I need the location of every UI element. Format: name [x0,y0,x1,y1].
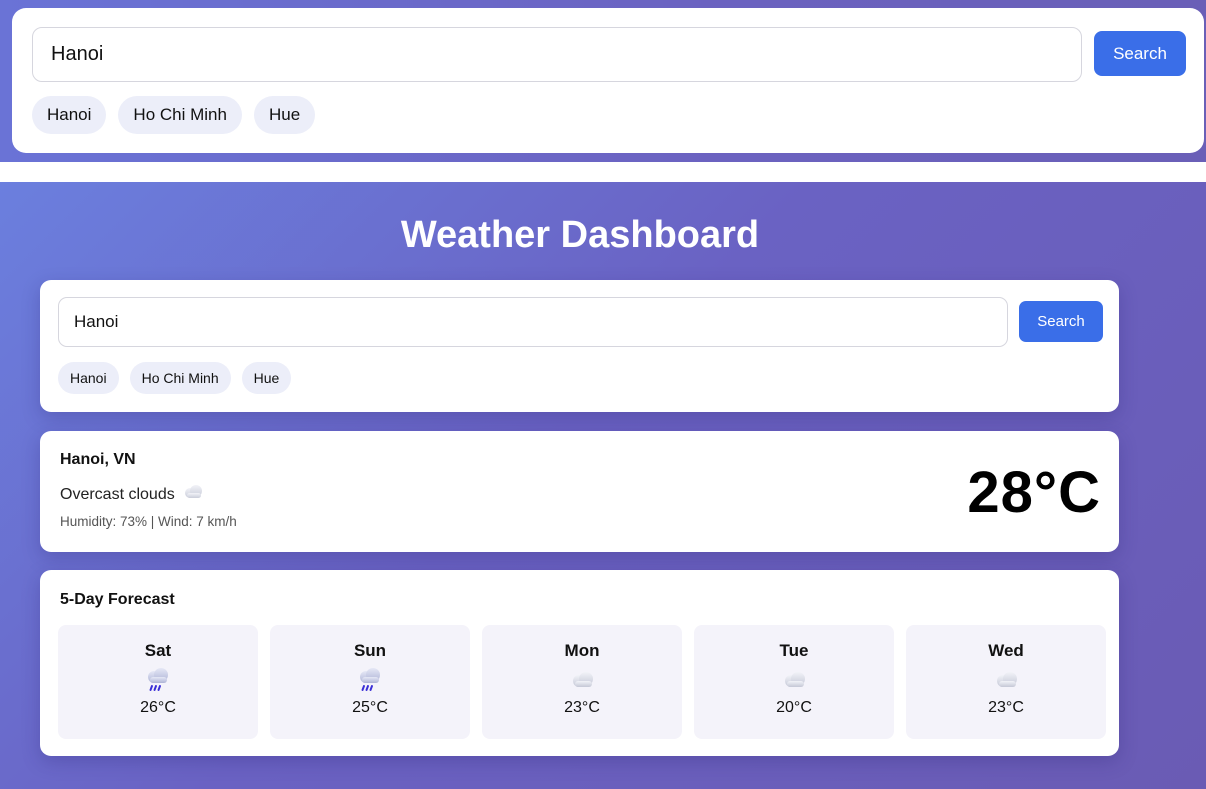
forecast-day: Wed 23°C [906,625,1106,739]
forecast-day: Tue 20°C [694,625,894,739]
forecast-day-name: Wed [988,641,1024,660]
location-name: Hanoi, VN [60,451,136,468]
zoomed-search-input[interactable] [32,27,1082,82]
zoomed-search-section: Search Hanoi Ho Chi Minh Hue [0,0,1206,162]
rain-icon [355,667,385,693]
zoomed-search-card: Search Hanoi Ho Chi Minh Hue [12,8,1204,153]
cloud-icon [181,484,205,505]
cloud-icon [779,667,809,693]
forecast-title: 5-Day Forecast [60,591,175,608]
description-text: Overcast clouds [60,485,175,503]
forecast-day-temp: 26°C [140,699,176,716]
forecast-day: Sat 26°C [58,625,258,739]
chip-hue[interactable]: Hue [241,362,292,394]
weather-dashboard: Weather Dashboard Search Hanoi Ho Chi Mi… [0,182,1206,789]
current-weather-card: Hanoi, VN Overcast clouds Humidity: 73% … [40,431,1119,552]
cloud-icon [567,667,597,693]
zoomed-chip-ho-chi-minh[interactable]: Ho Chi Minh [118,96,242,134]
weather-details: Humidity: 73% | Wind: 7 km/h [60,514,237,529]
chip-ho-chi-minh[interactable]: Ho Chi Minh [129,362,231,394]
city-chips: Hanoi Ho Chi Minh Hue [58,362,292,394]
zoomed-chip-hanoi[interactable]: Hanoi [32,96,107,134]
rain-icon [143,667,173,693]
forecast-day: Mon 23°C [482,625,682,739]
current-temperature: 28°C [967,460,1101,525]
search-input[interactable] [58,297,1008,347]
forecast-day-temp: 23°C [988,699,1024,716]
search-card: Search Hanoi Ho Chi Minh Hue [40,280,1119,412]
search-button[interactable]: Search [1019,301,1103,342]
chip-hanoi[interactable]: Hanoi [58,362,119,394]
forecast-day-name: Sat [144,641,172,660]
forecast-day-temp: 20°C [776,699,812,716]
forecast-day-name: Tue [779,641,809,660]
zoomed-city-chips: Hanoi Ho Chi Minh Hue [32,96,316,134]
forecast-day: Sun 25°C [270,625,470,739]
forecast-card: 5-Day Forecast Sat 26°C Sun 25°C Mon 23°… [40,570,1119,756]
weather-description: Overcast clouds [60,484,205,505]
page-title: Weather Dashboard [400,214,760,256]
forecast-day-temp: 25°C [352,699,388,716]
forecast-day-name: Mon [564,641,600,660]
forecast-day-name: Sun [353,641,387,660]
zoomed-chip-hue[interactable]: Hue [253,96,316,134]
zoomed-search-button[interactable]: Search [1094,31,1186,76]
forecast-list: Sat 26°C Sun 25°C Mon 23°C Tue 20°C Wed … [58,625,1106,739]
forecast-day-temp: 23°C [564,699,600,716]
cloud-icon [991,667,1021,693]
